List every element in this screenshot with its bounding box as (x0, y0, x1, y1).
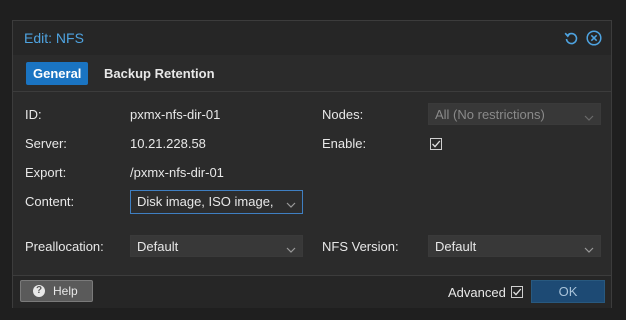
chevron-down-icon[interactable] (286, 197, 296, 208)
help-button-label: Help (53, 284, 78, 298)
ok-button[interactable]: OK (531, 280, 605, 303)
dialog-title: Edit: NFS (24, 30, 84, 46)
chevron-down-icon[interactable] (584, 242, 594, 253)
close-icon[interactable] (586, 30, 602, 46)
nfs-version-label: NFS Version: (322, 239, 399, 254)
nodes-label: Nodes: (322, 107, 364, 122)
content-select[interactable]: Disk image, ISO image, (130, 190, 303, 214)
nodes-select-value: All (No restrictions) (435, 107, 545, 122)
dialog-titlebar[interactable]: Edit: NFS (13, 21, 611, 55)
enable-label: Enable: (322, 136, 367, 151)
id-label: ID: (25, 107, 42, 122)
reset-icon[interactable] (563, 30, 579, 46)
content-select-value: Disk image, ISO image, (137, 194, 274, 209)
enable-checkbox[interactable] (430, 138, 442, 150)
tab-general[interactable]: General (26, 62, 89, 85)
preallocation-select-value: Default (137, 239, 179, 254)
server-label: Server: (25, 136, 67, 151)
general-form: ID: pxmx-nfs-dir-01 Server: 10.21.228.58… (13, 92, 611, 299)
export-value: /pxmx-nfs-dir-01 (130, 165, 224, 180)
help-button[interactable]: ? Help (20, 280, 93, 302)
nfs-version-select[interactable]: Default (428, 235, 601, 257)
nodes-select[interactable]: All (No restrictions) (428, 103, 601, 125)
dialog-footer: ? Help Advanced OK (13, 275, 611, 308)
edit-nfs-dialog: Edit: NFS General Backup Retention ID: p… (12, 20, 612, 308)
id-value: pxmx-nfs-dir-01 (130, 107, 221, 122)
server-value: 10.21.228.58 (130, 136, 206, 151)
question-circle-icon: ? (33, 285, 45, 297)
tab-bar: General Backup Retention (13, 57, 611, 92)
content-label: Content: (25, 194, 75, 209)
preallocation-label: Preallocation: (25, 239, 104, 254)
advanced-label[interactable]: Advanced (448, 285, 506, 300)
chevron-down-icon[interactable] (584, 110, 594, 121)
chevron-down-icon[interactable] (286, 242, 296, 253)
advanced-checkbox[interactable] (511, 286, 523, 298)
nfs-version-select-value: Default (435, 239, 477, 254)
export-label: Export: (25, 165, 67, 180)
tab-backup-retention[interactable]: Backup Retention (97, 62, 222, 85)
preallocation-select[interactable]: Default (130, 235, 303, 257)
